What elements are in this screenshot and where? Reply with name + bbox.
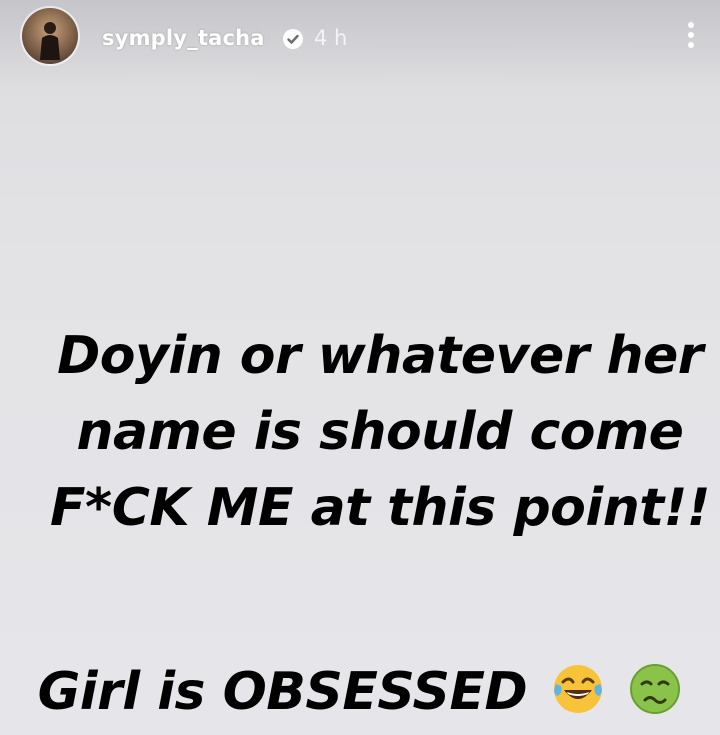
story-text-last: Girl is OBSESSED <box>0 654 720 730</box>
avatar[interactable] <box>22 8 78 64</box>
post-time: 4 h <box>314 26 348 50</box>
avatar-person-icon <box>40 22 60 60</box>
story-line-4: Girl is OBSESSED <box>37 662 528 722</box>
story-line-2: name is should come <box>76 402 684 462</box>
face-with-tears-of-joy-icon <box>553 665 602 713</box>
story-header: symply_tacha 4 h <box>0 0 720 90</box>
story-line-3: F*CK ME at this point!! <box>49 478 711 538</box>
more-vertical-icon <box>688 22 694 28</box>
story-line-1: Doyin or whatever her <box>57 326 703 386</box>
story-text: Doyin or whatever her name is should com… <box>0 318 720 546</box>
more-options-button[interactable] <box>682 18 700 54</box>
verified-badge-icon <box>283 29 303 49</box>
username[interactable]: symply_tacha <box>102 26 265 50</box>
nauseated-face-icon <box>630 664 681 714</box>
